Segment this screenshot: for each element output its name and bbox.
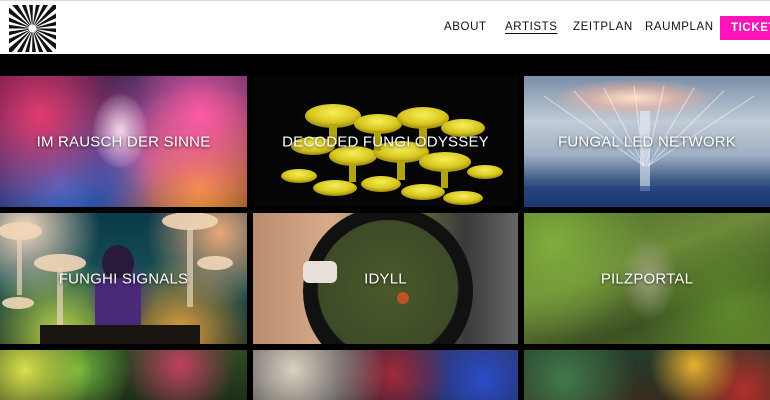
artist-card[interactable] — [0, 350, 247, 400]
artist-card-title: FUNGAL LED NETWORK — [557, 133, 737, 150]
artist-card[interactable]: IDYLL — [253, 213, 518, 344]
artist-card[interactable] — [524, 350, 770, 400]
artist-card-title: IDYLL — [364, 270, 407, 287]
nav-about-link[interactable]: ABOUT — [444, 21, 487, 33]
artist-card[interactable] — [253, 350, 518, 400]
artist-card[interactable]: DECODED FUNGI ODYSSEY — [253, 76, 518, 207]
artist-card-title: FUNGHI SIGNALS — [58, 270, 189, 287]
artist-card[interactable]: IM RAUSCH DER SINNE — [0, 76, 247, 207]
nav-raumplan-link[interactable]: RAUMPLAN — [645, 21, 714, 33]
artist-card[interactable]: FUNGHI SIGNALS — [0, 213, 247, 344]
artist-card-title: PILZPORTAL — [600, 270, 694, 287]
artist-card[interactable]: FUNGAL LED NETWORK — [524, 76, 770, 207]
site-header: ABOUT ARTISTS ZEITPLAN RAUMPLAN TICKETS — [0, 0, 770, 54]
main-nav: ABOUT ARTISTS ZEITPLAN RAUMPLAN — [0, 1, 770, 55]
tickets-button[interactable]: TICKETS — [720, 16, 770, 40]
nav-zeitplan-link[interactable]: ZEITPLAN — [573, 21, 633, 33]
nav-artists-link[interactable]: ARTISTS — [505, 21, 558, 33]
artist-card-title: IM RAUSCH DER SINNE — [36, 133, 211, 150]
artist-card-title: DECODED FUNGI ODYSSEY — [282, 133, 489, 150]
artist-gallery: IM RAUSCH DER SINNE DECODED FUNGI ODYSSE… — [0, 54, 770, 400]
artist-card[interactable]: PILZPORTAL — [524, 213, 770, 344]
